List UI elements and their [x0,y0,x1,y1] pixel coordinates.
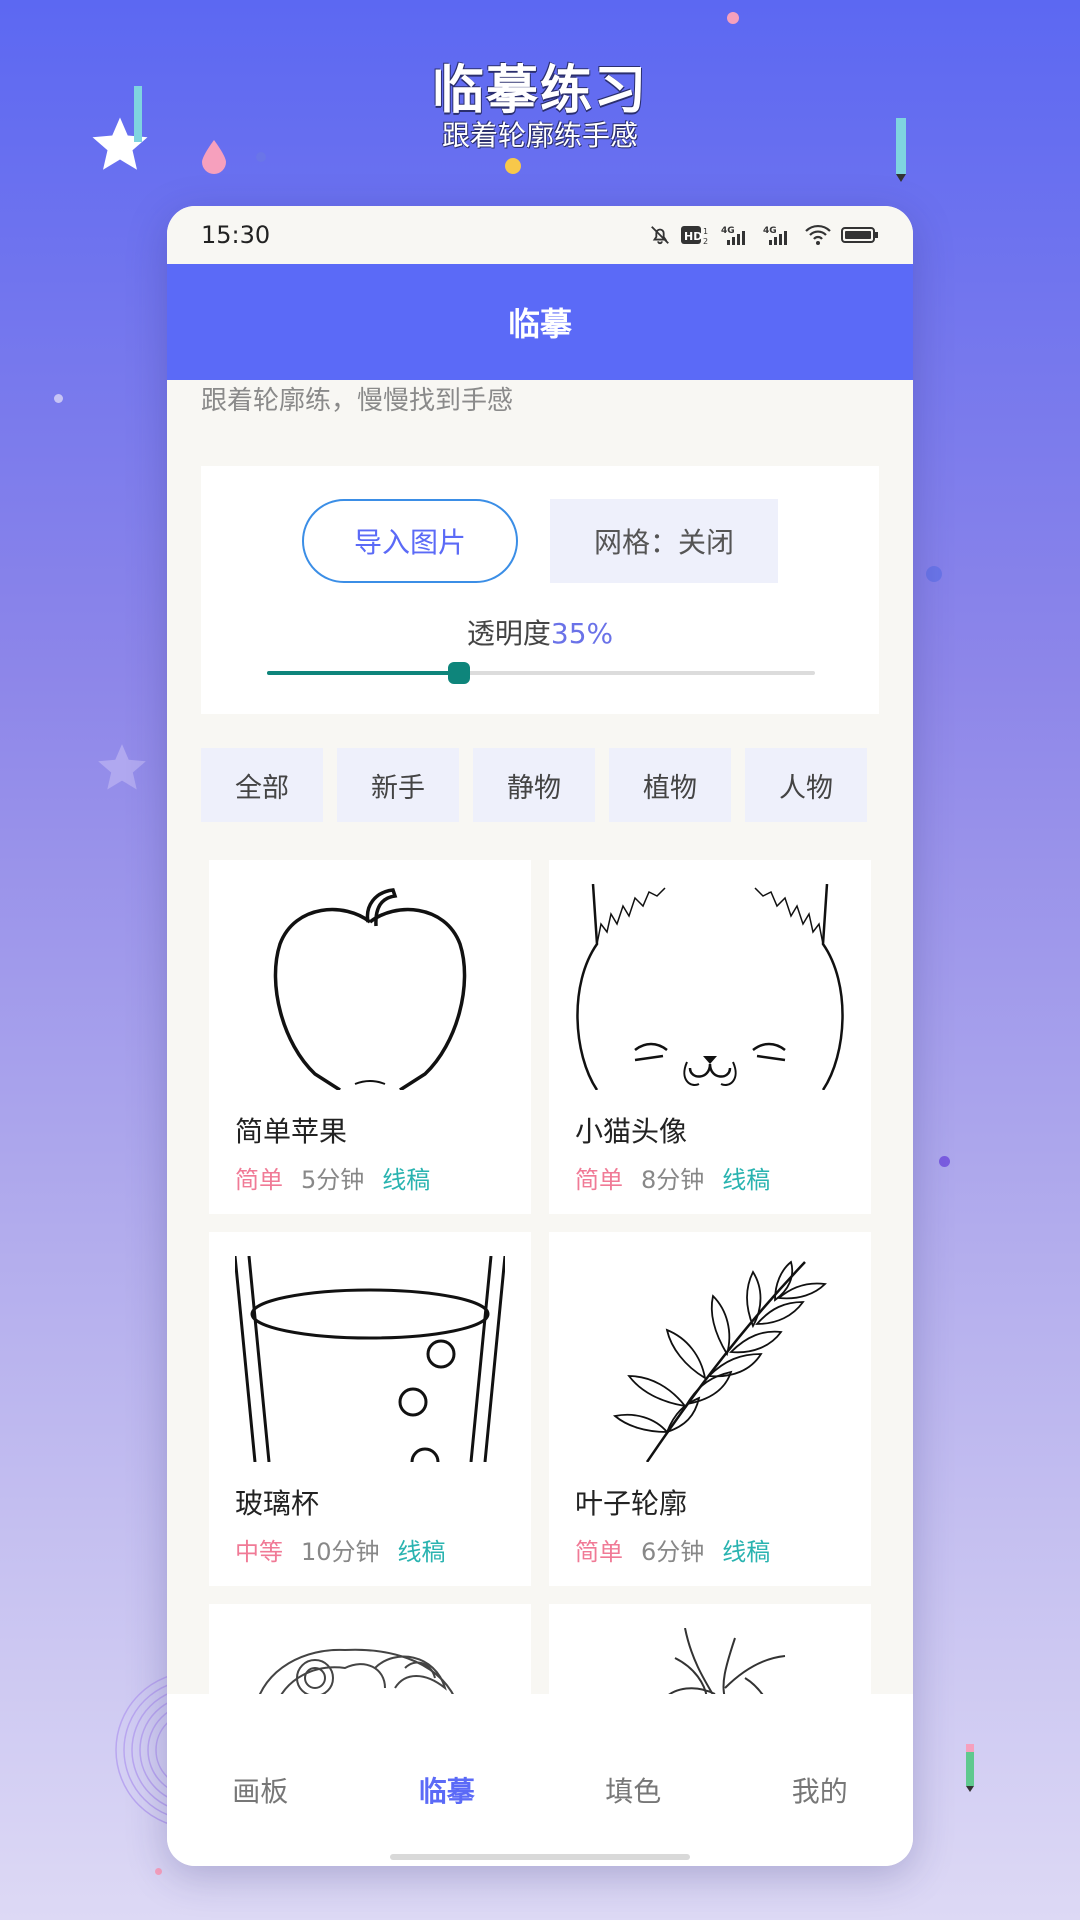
phone-screen: 15:30 HD 1 2 4G 4G 临摹 跟着轮廓练，慢慢找到手感 导入图片 网格… [167,206,913,1866]
nav-item-coloring[interactable]: 填色 [563,1770,703,1810]
nav-item-canvas[interactable]: 画板 [190,1770,330,1810]
template-meta: 简单 5分钟 线稿 [235,1160,430,1195]
svg-text:4G: 4G [721,226,735,236]
opacity-value: 35% [550,617,614,650]
template-title: 小猫头像 [575,1115,688,1148]
template-level: 简单 [575,1538,623,1566]
svg-text:HD: HD [684,230,702,243]
template-time: 5分钟 [301,1166,365,1194]
opacity-slider[interactable] [267,662,815,684]
promo-title: 临摹练习 [431,61,648,121]
template-level: 简单 [235,1166,283,1194]
import-image-button[interactable]: 导入图片 [302,499,518,583]
opacity-label-text: 透明度 [466,617,551,650]
template-type: 线稿 [382,1166,431,1194]
dot [727,12,739,24]
star-icon [98,744,146,790]
pencil-icon [134,86,142,142]
promo-subtitle: 跟着轮廓练手感 [441,119,638,152]
intro-text: 跟着轮廓练，慢慢找到手感 [201,386,514,416]
template-type: 线稿 [397,1538,446,1566]
bell-off-icon [651,226,669,245]
control-card: 导入图片 网格：关闭 透明度35% [201,466,879,714]
home-indicator [390,1854,690,1860]
opacity-label: 透明度35% [201,612,879,652]
grid-toggle-button[interactable]: 网格：关闭 [550,499,778,583]
svg-text:2: 2 [703,237,708,246]
leaf-sketch-icon [612,1260,827,1462]
category-chip-plant[interactable]: 植物 [609,748,731,822]
template-meta: 简单 8分钟 线稿 [575,1160,770,1195]
apple-sketch-icon [273,888,467,1090]
template-type: 线稿 [722,1538,771,1566]
template-title: 简单苹果 [235,1115,348,1148]
template-level: 简单 [575,1166,623,1194]
template-time: 10分钟 [301,1538,380,1566]
drop-icon [202,140,226,174]
template-type: 线稿 [722,1166,771,1194]
template-level: 中等 [235,1538,283,1566]
template-grid: 简单苹果 简单 5分钟 线稿 小猫头像 简单 8分钟 线稿 玻璃杯 中等 10分… [209,860,871,1724]
dot [256,152,266,162]
template-title: 叶子轮廓 [575,1487,688,1520]
dot [54,394,63,403]
template-card[interactable]: 叶子轮廓 简单 6分钟 线稿 [549,1232,871,1586]
pencil-icon [896,118,906,182]
dot [155,1868,162,1875]
template-time: 6分钟 [641,1538,705,1566]
template-title: 玻璃杯 [235,1487,320,1520]
cat-sketch-icon [576,884,844,1090]
category-chips: 全部 新手 静物 植物 人物 [201,748,879,822]
glass-sketch-icon [235,1256,505,1462]
category-chip-all[interactable]: 全部 [201,748,323,822]
template-card[interactable]: 玻璃杯 中等 10分钟 线稿 [209,1232,531,1586]
pencil-icon [966,1744,974,1792]
svg-text:1: 1 [703,227,708,236]
signal-4g-icon: 4G [721,226,745,245]
hd-icon: HD 12 [681,226,708,246]
status-bar: 15:30 HD 1 2 4G 4G [167,206,913,264]
status-time: 15:30 [201,221,271,249]
category-chip-beginner[interactable]: 新手 [337,748,459,822]
template-meta: 简单 6分钟 线稿 [575,1532,770,1567]
bottom-nav: 画板 临摹 填色 我的 [167,1694,913,1866]
page-title: 临摹 [507,305,572,343]
battery-icon [841,227,878,243]
template-time: 8分钟 [641,1166,705,1194]
slider-thumb[interactable] [447,662,470,684]
category-chip-still-life[interactable]: 静物 [473,748,595,822]
slider-fill [267,671,459,675]
template-meta: 中等 10分钟 线稿 [235,1532,446,1567]
dot [505,158,521,174]
dot [926,566,942,582]
category-chip-people[interactable]: 人物 [745,748,867,822]
template-card[interactable]: 简单苹果 简单 5分钟 线稿 [209,860,531,1214]
wifi-icon [805,224,831,245]
nav-item-profile[interactable]: 我的 [750,1770,890,1810]
template-card[interactable]: 小猫头像 简单 8分钟 线稿 [549,860,871,1214]
app-header: 临摹 [167,264,913,380]
nav-item-trace[interactable]: 临摹 [377,1770,517,1810]
dot [939,1156,950,1167]
signal-4g-icon: 4G [763,226,787,245]
svg-text:4G: 4G [763,226,777,236]
